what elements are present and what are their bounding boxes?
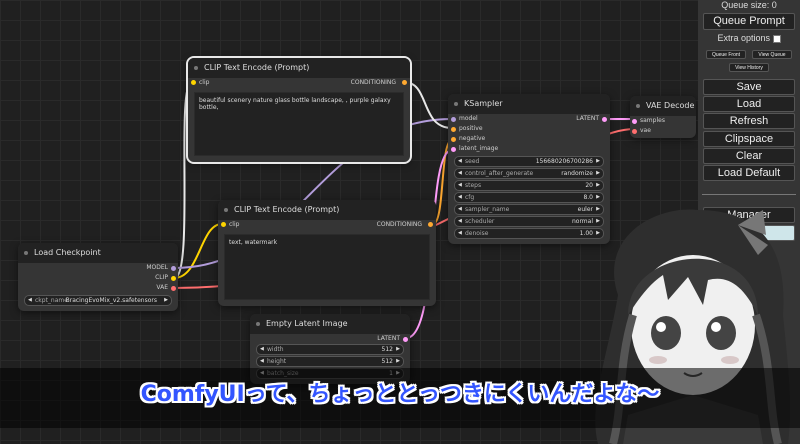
left-arrow-icon[interactable]: ◀ [260,345,264,354]
right-arrow-icon[interactable]: ▶ [164,296,168,305]
model-input-port[interactable] [451,117,456,122]
blush-right [721,356,739,364]
samples-input-port[interactable] [632,119,637,124]
node-title[interactable]: Load Checkpoint [18,243,178,263]
right-arrow-icon[interactable]: ▶ [396,357,400,366]
node-title[interactable]: CLIP Text Encode (Prompt) [188,58,410,78]
vae-output-port[interactable] [171,286,176,291]
clip-input-port[interactable] [191,80,196,85]
view-queue-button[interactable]: View Queue [752,50,792,59]
right-eye [706,316,736,350]
left-arrow-icon[interactable]: ◀ [458,157,462,166]
latent-input-port[interactable] [451,147,456,152]
right-eye-highlight [711,322,721,332]
model-output-port[interactable] [171,266,176,271]
seed-widget[interactable]: ◀ seed 156680206700286 ▶ [454,156,604,167]
left-arrow-icon[interactable]: ◀ [28,296,32,305]
vae-output-label: VAE [156,284,168,291]
negative-input-label: negative [459,135,486,142]
collapse-dot-icon[interactable] [454,102,458,106]
collapse-dot-icon[interactable] [224,208,228,212]
clip-text-encode-negative-node[interactable]: CLIP Text Encode (Prompt) clip CONDITION… [218,200,436,306]
latent-output-label: LATENT [377,335,400,342]
collapse-dot-icon[interactable] [194,66,198,70]
left-arrow-icon[interactable]: ◀ [260,357,264,366]
right-arrow-icon[interactable]: ▶ [596,193,600,202]
cfg-widget[interactable]: ◀ cfg 8.0 ▶ [454,192,604,203]
clear-button[interactable]: Clear [703,148,795,164]
clip-input-port[interactable] [221,222,226,227]
positive-input-port[interactable] [451,127,456,132]
node-title[interactable]: VAE Decode [630,96,696,116]
model-input-label: model [459,115,478,122]
conditioning-output-port[interactable] [402,80,407,85]
right-arrow-icon[interactable]: ▶ [596,169,600,178]
vae-decode-node[interactable]: VAE Decode samples vae [630,96,696,138]
left-eye-highlight [656,322,666,332]
extra-options-label: Extra options [717,33,770,43]
left-arrow-icon[interactable]: ◀ [458,217,462,226]
ckpt-name-combo[interactable]: ◀ ckpt_name BracingEvoMix_v2.safetensors… [24,295,172,306]
collapse-dot-icon[interactable] [256,322,260,326]
refresh-button[interactable]: Refresh [703,113,795,129]
clip-output-port[interactable] [171,276,176,281]
left-eye [651,316,681,350]
load-button[interactable]: Load [703,96,795,112]
conditioning-output-label: CONDITIONING [350,79,396,86]
collapse-dot-icon[interactable] [636,104,640,108]
left-arrow-icon[interactable]: ◀ [458,205,462,214]
queue-prompt-button[interactable]: Queue Prompt [703,13,795,30]
negative-input-port[interactable] [451,137,456,142]
save-button[interactable]: Save [703,79,795,95]
latent-output-port[interactable] [602,117,607,122]
subtitle-caption: ComfyUIって、ちょっととっつきにくいんだよな〜 [140,382,660,407]
denoise-widget[interactable]: ◀ denoise 1.00 ▶ [454,228,604,239]
node-title[interactable]: CLIP Text Encode (Prompt) [218,200,436,220]
node-title[interactable]: KSampler [448,94,610,114]
queue-size-label: Queue size: 0 [721,0,777,10]
extra-options-row: Extra options [698,33,800,43]
latent-output-port[interactable] [403,337,408,342]
sampler-name-widget[interactable]: ◀ sampler_name euler ▶ [454,204,604,215]
latent-input-label: latent_image [459,145,499,152]
node-title[interactable]: Empty Latent Image [250,314,410,334]
queue-front-button[interactable]: Queue Front [706,50,746,59]
conditioning-output-port[interactable] [428,222,433,227]
control-after-generate-widget[interactable]: ◀ control_after_generate randomize ▶ [454,168,604,179]
view-history-button[interactable]: View History [729,63,769,72]
right-arrow-icon[interactable]: ▶ [596,157,600,166]
clipspace-button[interactable]: Clipspace [703,131,795,147]
right-arrow-icon[interactable]: ▶ [596,181,600,190]
left-arrow-icon[interactable]: ◀ [458,181,462,190]
load-default-button[interactable]: Load Default [703,165,795,181]
left-arrow-icon[interactable]: ◀ [458,169,462,178]
extra-options-checkbox[interactable] [772,34,781,43]
vae-input-port[interactable] [632,129,637,134]
menu-divider [702,194,796,195]
clip-output-label: CLIP [155,274,168,281]
latent-output-label: LATENT [576,115,599,122]
width-widget[interactable]: ◀ width 512 ▶ [256,344,404,355]
samples-input-label: samples [640,117,665,124]
right-arrow-icon[interactable]: ▶ [396,345,400,354]
scheduler-widget[interactable]: ◀ scheduler normal ▶ [454,216,604,227]
collapse-dot-icon[interactable] [24,251,28,255]
conditioning-output-label: CONDITIONING [376,221,422,228]
ksampler-node[interactable]: KSampler model positive negative latent_… [448,94,610,244]
left-arrow-icon[interactable]: ◀ [458,193,462,202]
load-checkpoint-node[interactable]: Load Checkpoint MODEL CLIP VAE ◀ ckpt_na… [18,243,178,311]
model-output-label: MODEL [146,264,168,271]
clip-input-label: clip [199,79,210,86]
steps-widget[interactable]: ◀ steps 20 ▶ [454,180,604,191]
clip-text-encode-positive-node[interactable]: CLIP Text Encode (Prompt) clip CONDITION… [186,56,412,164]
positive-input-label: positive [459,125,483,132]
vae-input-label: vae [640,127,651,134]
negative-prompt-textarea[interactable]: text, watermark [224,234,430,300]
left-arrow-icon[interactable]: ◀ [458,229,462,238]
clip-input-label: clip [229,221,240,228]
blush-left [649,356,667,364]
height-widget[interactable]: ◀ height 512 ▶ [256,356,404,367]
positive-prompt-textarea[interactable]: beautiful scenery nature glass bottle la… [194,92,404,156]
